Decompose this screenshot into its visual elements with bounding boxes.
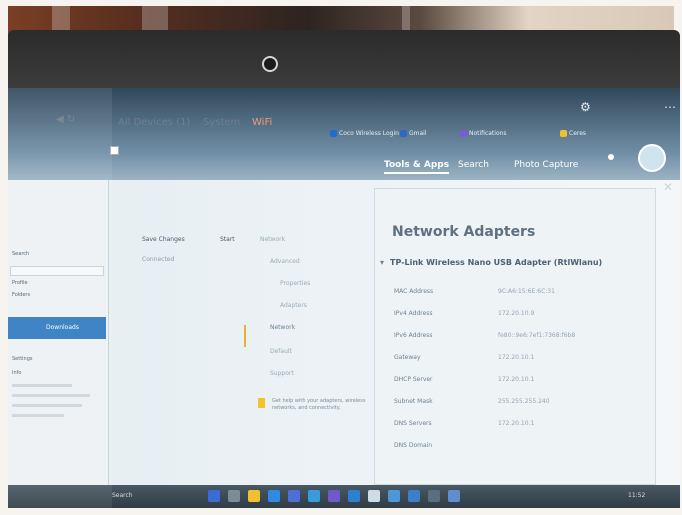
- bookmark-label: Notifications: [469, 130, 507, 137]
- gateway-value: 172.20.10.1: [498, 354, 535, 361]
- menu-icon[interactable]: ⋯: [664, 100, 676, 114]
- edge-icon[interactable]: [268, 490, 280, 502]
- info-icon: [258, 398, 265, 408]
- tab-all-devices[interactable]: All Devices (1): [118, 117, 190, 128]
- ipv4-address-label: IPv4 Address: [394, 310, 433, 317]
- ipv6-address-value: fe80::9e6:7ef1:7368:f6b8: [498, 332, 576, 339]
- mac-address-label: MAC Address: [394, 288, 434, 295]
- ipv4-address-value: 172.20.10.9: [498, 310, 535, 317]
- dns-servers-label: DNS Servers: [394, 420, 432, 427]
- webcam-icon: [262, 56, 278, 72]
- store-icon[interactable]: [288, 490, 300, 502]
- bookmark-item[interactable]: Gmail: [400, 130, 427, 137]
- ipv6-address-label: IPv6 Address: [394, 332, 433, 339]
- device-list: Save Changes Start Connected: [102, 132, 242, 392]
- bookmark-item[interactable]: Notifications: [460, 130, 507, 137]
- subnet-mask-value: 255.255.255.240: [498, 398, 550, 405]
- start-icon[interactable]: [208, 490, 220, 502]
- taskbar-search-label[interactable]: Search: [112, 492, 133, 499]
- setting-item[interactable]: Advanced: [270, 258, 300, 265]
- task-view-icon[interactable]: [228, 490, 240, 502]
- tab-wifi[interactable]: WiFi: [252, 117, 272, 128]
- subnet-mask-label: Subnet Mask: [394, 398, 433, 405]
- panel-title: Network Adapters: [392, 224, 536, 240]
- mac-address-value: 9C:A6:15:6E:6C:31: [498, 288, 555, 295]
- clock[interactable]: 11:52: [628, 492, 645, 499]
- device-header-right: Start: [220, 236, 235, 243]
- setting-item-selected[interactable]: Network: [270, 324, 295, 331]
- settings-list: Network Advanced Properties Adapters Net…: [240, 132, 370, 392]
- setting-item[interactable]: Properties: [280, 280, 310, 287]
- settings-icon[interactable]: [368, 490, 380, 502]
- screen-glare: [0, 88, 112, 508]
- app-icon[interactable]: [448, 490, 460, 502]
- nav-tab-search[interactable]: Search: [458, 160, 489, 170]
- adapter-row[interactable]: ▾ TP-Link Wireless Nano USB Adapter (RtlW…: [380, 258, 602, 267]
- device-name[interactable]: Connected: [142, 256, 174, 263]
- teams-icon[interactable]: [328, 490, 340, 502]
- setting-item[interactable]: Adapters: [280, 302, 307, 309]
- word-icon[interactable]: [348, 490, 360, 502]
- bookmark-icon: [460, 130, 467, 137]
- status-dot: [608, 154, 614, 160]
- dhcp-server-value: 172.20.10.1: [498, 376, 535, 383]
- close-icon[interactable]: ✕: [663, 180, 673, 194]
- folder-icon[interactable]: [248, 490, 260, 502]
- setting-item[interactable]: Support: [270, 370, 294, 377]
- info-text: Get help with your adapters, wireless ne…: [272, 398, 366, 411]
- bookmark-icon: [560, 130, 567, 137]
- setting-item[interactable]: Default: [270, 348, 292, 355]
- app-icon[interactable]: [428, 490, 440, 502]
- dhcp-server-label: DHCP Server: [394, 376, 433, 383]
- bookmark-label: Gmail: [409, 130, 427, 137]
- mail-icon[interactable]: [308, 490, 320, 502]
- notification-icon[interactable]: ⚙: [580, 100, 591, 114]
- tab-system[interactable]: System: [203, 117, 240, 128]
- avatar[interactable]: [638, 144, 666, 172]
- device-header: Save Changes: [142, 236, 185, 243]
- selection-indicator: [244, 325, 246, 347]
- browser-icon[interactable]: [408, 490, 420, 502]
- gateway-label: Gateway: [394, 354, 421, 361]
- photos-icon[interactable]: [388, 490, 400, 502]
- nav-tab-tools-apps[interactable]: Tools & Apps: [384, 160, 450, 174]
- setting-item[interactable]: Network: [260, 236, 285, 243]
- adapter-name: TP-Link Wireless Nano USB Adapter (RtlWl…: [390, 258, 603, 267]
- chevron-down-icon[interactable]: ▾: [380, 258, 384, 267]
- bookmark-label: Ceres: [569, 130, 587, 137]
- dns-servers-value: 172.20.10.1: [498, 420, 535, 427]
- nav-tab-photo[interactable]: Photo Capture: [514, 160, 578, 170]
- dns-domain-label: DNS Domain: [394, 442, 433, 449]
- bookmark-icon: [400, 130, 407, 137]
- bookmark-item[interactable]: Ceres: [560, 130, 586, 137]
